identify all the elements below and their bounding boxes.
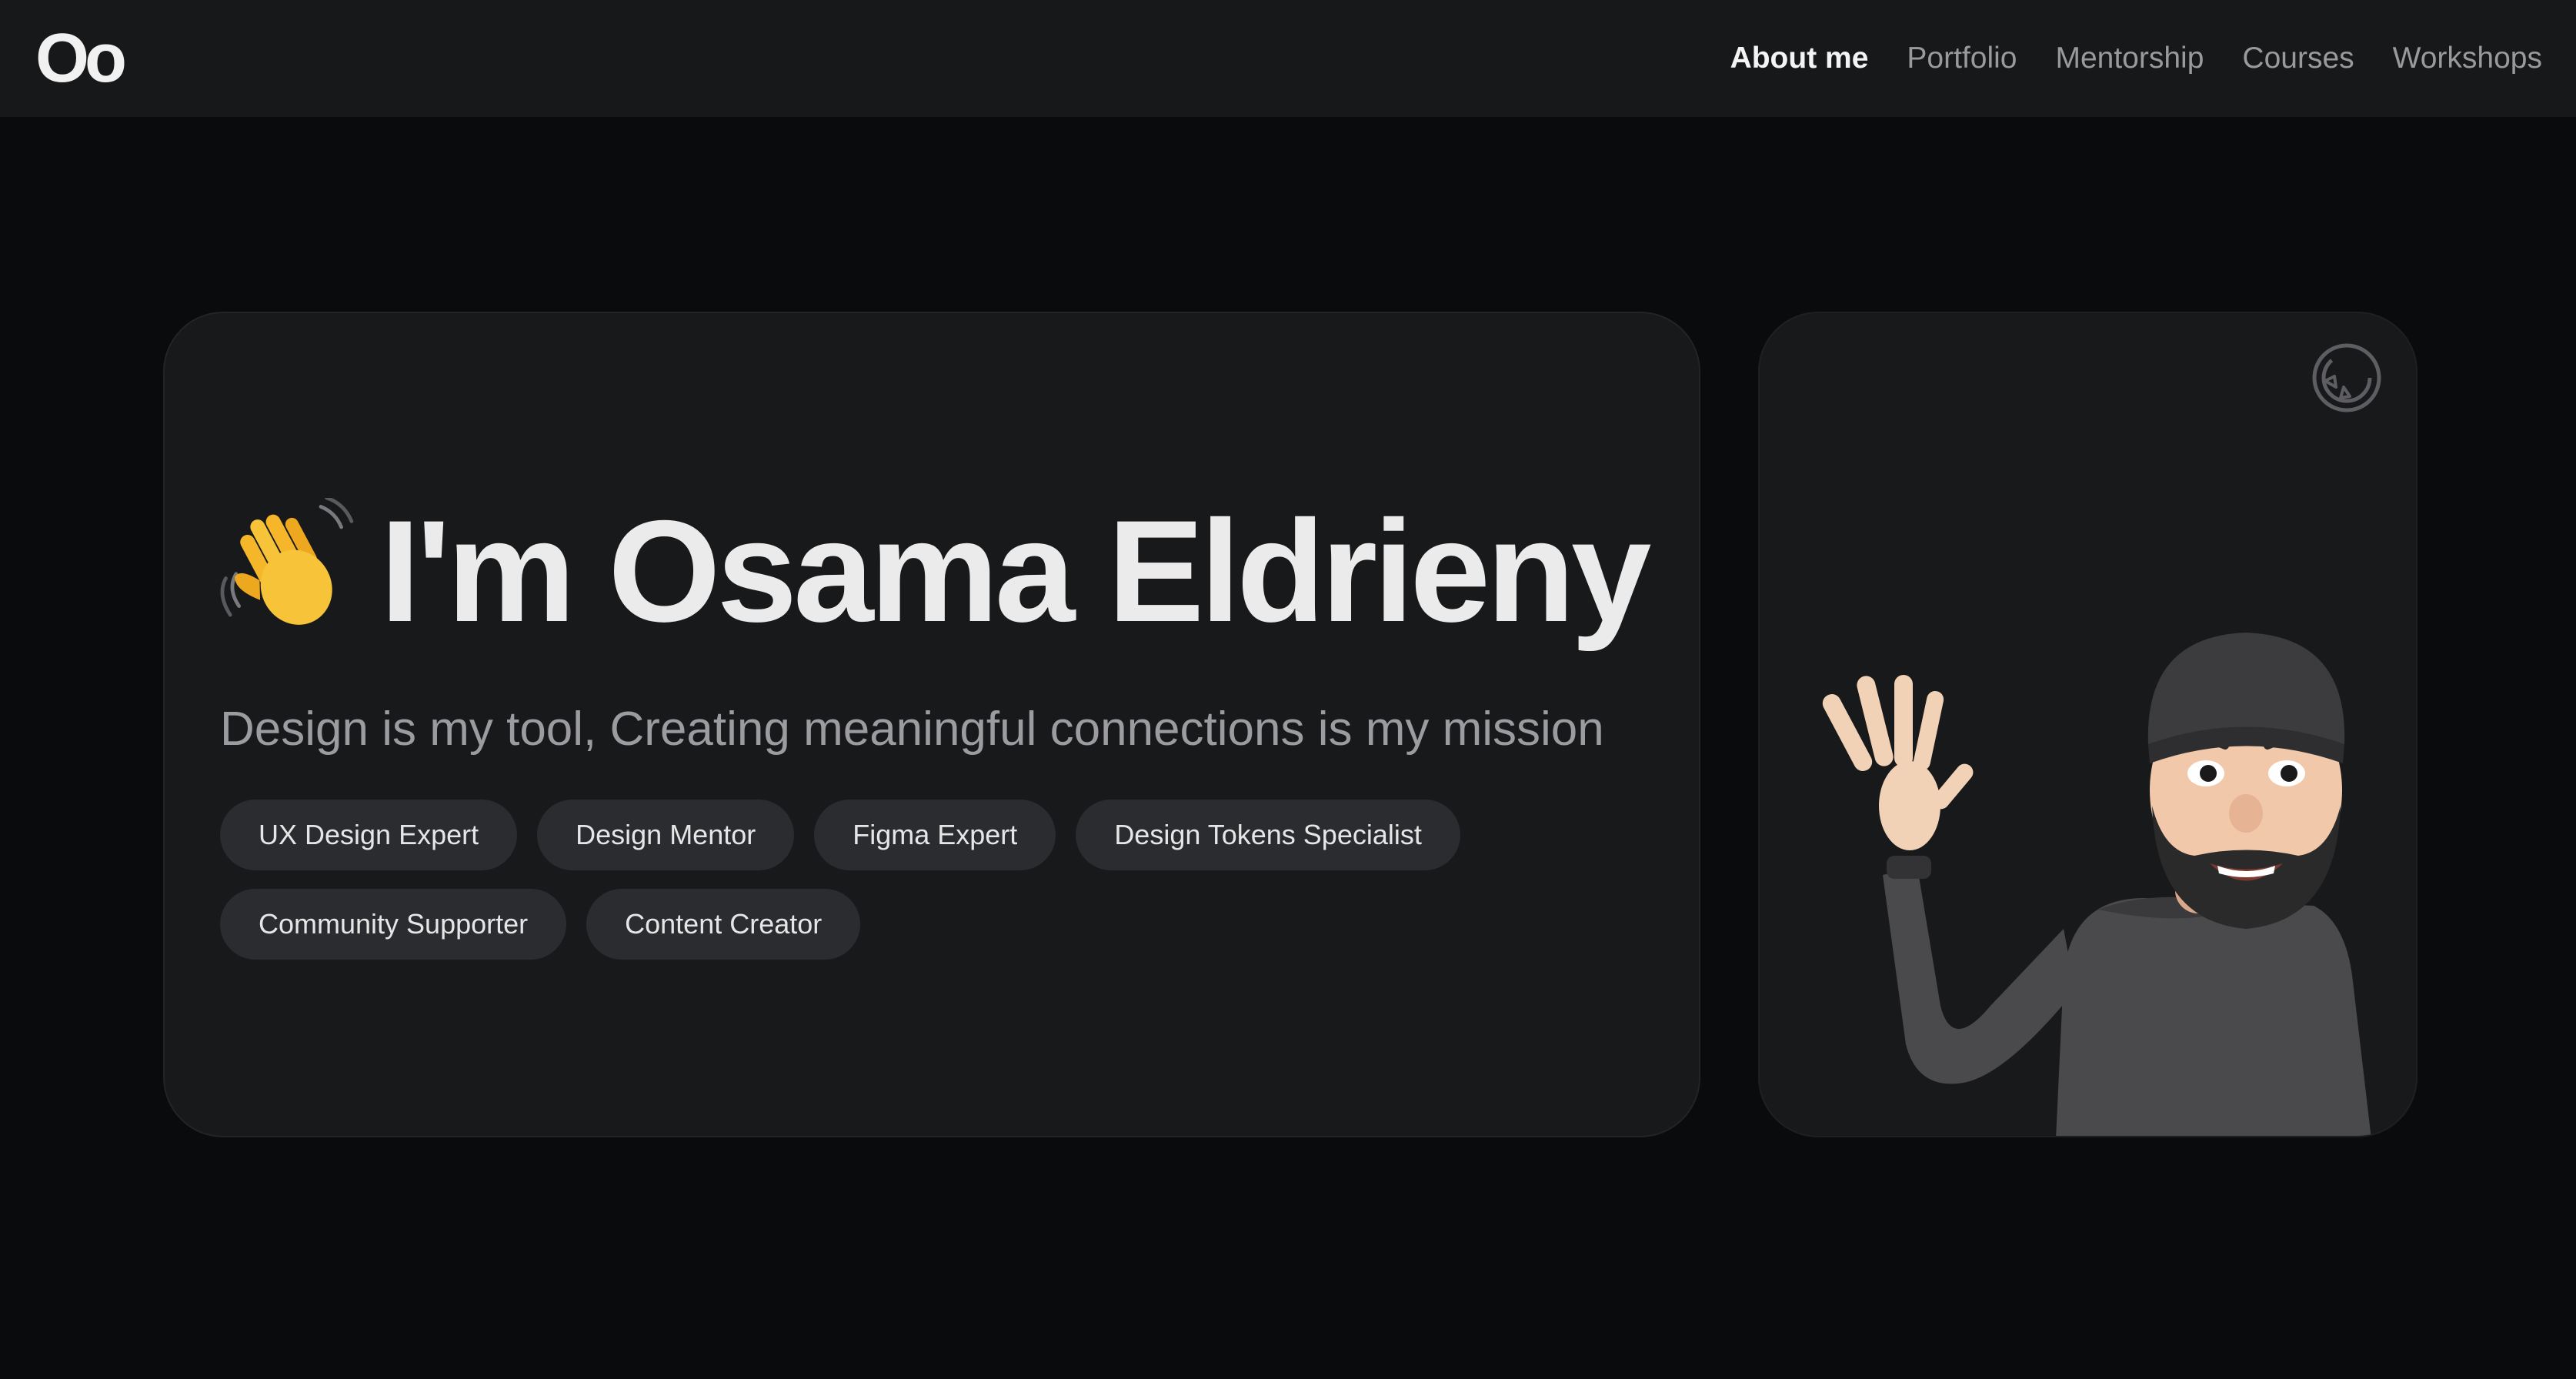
nav-workshops[interactable]: Workshops xyxy=(2393,42,2542,75)
intro-card: I'm Osama Eldrieny Design is my tool, Cr… xyxy=(163,312,1700,1137)
nav-about-me[interactable]: About me xyxy=(1730,42,1869,75)
headline: I'm Osama Eldrieny xyxy=(219,490,1651,652)
sticker-icon[interactable] xyxy=(2311,342,2382,413)
nav-portfolio[interactable]: Portfolio xyxy=(1907,42,2017,75)
nav-courses[interactable]: Courses xyxy=(2242,42,2354,75)
tag-community-supporter: Community Supporter xyxy=(220,889,567,960)
memoji-avatar xyxy=(1822,633,2371,1136)
nav-mentorship[interactable]: Mentorship xyxy=(2055,42,2204,75)
avatar-card xyxy=(1758,312,2418,1137)
tag-design-tokens-specialist: Design Tokens Specialist xyxy=(1076,800,1460,870)
tag-content-creator: Content Creator xyxy=(586,889,861,960)
tagline: Design is my tool, Creating meaningful c… xyxy=(220,703,1604,756)
page-title: I'm Osama Eldrieny xyxy=(380,490,1651,652)
tag-design-mentor: Design Mentor xyxy=(537,800,795,870)
waving-hand-icon xyxy=(220,498,354,625)
top-navigation-bar: Oo About me Portfolio Mentorship Courses… xyxy=(0,0,2576,117)
tag-figma-expert: Figma Expert xyxy=(814,800,1056,870)
skill-tags: UX Design Expert Design Mentor Figma Exp… xyxy=(220,800,1651,960)
main-nav: About me Portfolio Mentorship Courses Wo… xyxy=(1730,42,2542,75)
site-logo[interactable]: Oo xyxy=(35,24,127,93)
tag-ux-design-expert: UX Design Expert xyxy=(220,800,518,870)
